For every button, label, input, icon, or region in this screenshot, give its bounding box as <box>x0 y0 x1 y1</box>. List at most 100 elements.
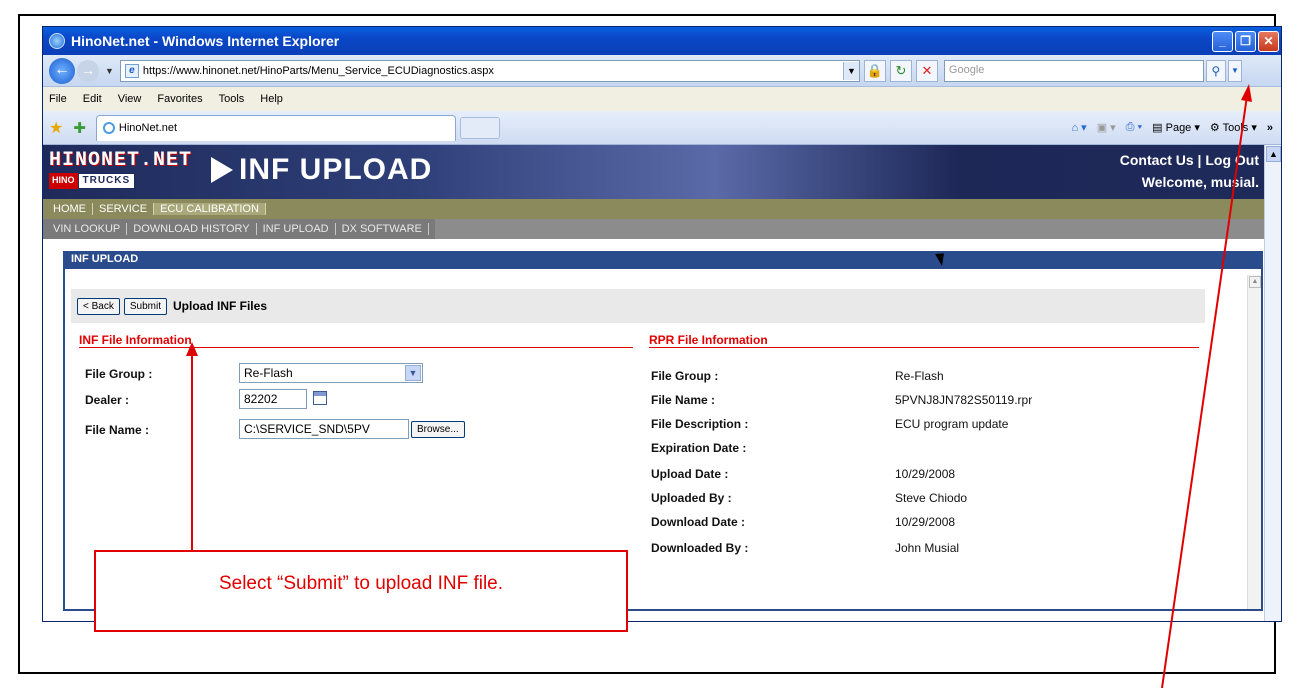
rpr-section-title: RPR File Information <box>649 333 1199 348</box>
primary-nav: HOME SERVICE ECU CALIBRATION <box>43 199 1265 219</box>
rpr-label-file-group: File Group : <box>651 369 719 383</box>
tab-label: HinoNet.net <box>118 122 178 134</box>
window-title: HinoNet.net - Windows Internet Explorer <box>71 33 340 49</box>
stop-icon[interactable]: ✕ <box>915 59 938 82</box>
menu-favorites[interactable]: Favorites <box>157 93 202 105</box>
page-icon: e <box>124 63 139 78</box>
rpr-value-file-group: Re-Flash <box>895 369 944 383</box>
file-name-input[interactable]: C:\SERVICE_SND\5PV <box>239 419 409 439</box>
tab-hinonet[interactable]: HinoNet.net <box>95 114 456 141</box>
nav-service[interactable]: SERVICE <box>93 203 155 215</box>
file-group-label: File Group : <box>85 367 153 381</box>
new-tab-button[interactable] <box>459 116 500 139</box>
logo-hino: HINO <box>49 173 78 189</box>
favorites-star-icon[interactable]: ★ <box>49 118 63 138</box>
chevron-down-icon[interactable]: ▼ <box>405 365 421 381</box>
upload-toolbar: < Back Submit Upload INF Files <box>71 289 1205 323</box>
dealer-input[interactable]: 82202 <box>239 389 307 409</box>
instruction-callout: Select “Submit” to upload INF file. <box>94 550 628 632</box>
rpr-value-downloaded-by: John Musial <box>895 541 960 555</box>
file-group-select[interactable]: Re-Flash ▼ <box>239 363 423 383</box>
submit-button[interactable]: Submit <box>123 297 167 315</box>
scroll-up-icon[interactable]: ▲ <box>1249 276 1261 288</box>
menu-edit[interactable]: Edit <box>83 93 102 105</box>
rpr-label-uploaded-by: Uploaded By : <box>651 491 732 505</box>
restore-button[interactable]: ❐ <box>1235 30 1256 52</box>
back-arrow-icon[interactable]: ← <box>49 57 75 84</box>
menu-bar: File Edit View Favorites Tools Help <box>43 87 1281 111</box>
file-name-label: File Name : <box>85 423 150 437</box>
url-text: https://www.hinonet.net/HinoParts/Menu_S… <box>142 64 494 77</box>
tools-menu[interactable]: ⚙ Tools ▾ <box>1210 121 1257 134</box>
tools-menu-label: Tools <box>1222 122 1249 134</box>
forward-arrow-icon[interactable]: → <box>77 59 99 82</box>
nav-dx-software[interactable]: DX SOFTWARE <box>336 223 429 235</box>
rpr-label-downloaded-by: Downloaded By : <box>651 541 749 555</box>
logo-trucks: TRUCKS <box>77 173 136 189</box>
more-chevron-icon[interactable]: » <box>1267 122 1273 134</box>
close-button[interactable]: ✕ <box>1258 30 1279 52</box>
nav-inf-upload[interactable]: INF UPLOAD <box>257 223 336 235</box>
nav-filler <box>434 219 1265 239</box>
lock-icon[interactable]: 🔒 <box>863 59 886 82</box>
tabs-bar: ★ ✚ HinoNet.net ⌂ ▾ ▣ ▾ ⎙ ▾ ▤ Page ▾ ⚙ T… <box>43 111 1281 145</box>
inf-section-title: INF File Information <box>79 333 633 348</box>
search-icon[interactable]: ⚲ <box>1205 59 1226 82</box>
minimize-button[interactable]: _ <box>1212 30 1233 52</box>
play-arrow-icon <box>211 157 233 183</box>
menu-tools[interactable]: Tools <box>219 93 245 105</box>
menu-file[interactable]: File <box>49 93 67 105</box>
nav-download-history[interactable]: DOWNLOAD HISTORY <box>127 223 257 235</box>
search-options-icon[interactable]: ▼ <box>1227 59 1242 82</box>
header-links[interactable]: Contact Us | Log Out <box>1120 149 1259 171</box>
page-menu-label: Page <box>1165 122 1192 134</box>
search-input[interactable]: Google <box>943 59 1204 82</box>
nav-vin-lookup[interactable]: VIN LOOKUP <box>47 223 128 235</box>
browse-button[interactable]: Browse... <box>411 421 465 438</box>
title-bar: HinoNet.net - Windows Internet Explorer … <box>43 27 1281 55</box>
welcome-text: Welcome, musial. <box>1141 174 1259 190</box>
nav-home[interactable]: HOME <box>47 203 93 215</box>
page-menu[interactable]: ▤ Page ▾ <box>1152 121 1200 134</box>
scroll-up-icon[interactable]: ▲ <box>1266 146 1281 162</box>
rpr-value-file-name: 5PVNJ8JN782S50119.rpr <box>895 393 1033 407</box>
rpr-label-download-date: Download Date : <box>651 515 746 529</box>
page-scrollbar[interactable]: ▲ <box>1264 145 1281 621</box>
panel-header: INF UPLOAD <box>65 251 1261 269</box>
command-bar: ⌂ ▾ ▣ ▾ ⎙ ▾ ▤ Page ▾ ⚙ Tools ▾ » <box>1071 121 1281 134</box>
inner-scrollbar[interactable]: ▲ <box>1247 275 1261 609</box>
menu-view[interactable]: View <box>118 93 142 105</box>
refresh-icon[interactable]: ↻ <box>889 59 912 82</box>
ie-icon <box>49 33 65 49</box>
rpr-label-file-name: File Name : <box>651 393 716 407</box>
print-icon[interactable]: ⎙ ▾ <box>1126 121 1142 134</box>
rpr-label-upload-date: Upload Date : <box>651 467 729 481</box>
toolbar-title: Upload INF Files <box>172 299 267 313</box>
site-banner: HINONET.NET HINO TRUCKS INF UPLOAD Conta… <box>43 145 1265 199</box>
address-bar: ← → ▼ e https://www.hinonet.net/HinoPart… <box>43 55 1281 87</box>
history-dropdown-icon[interactable]: ▼ <box>105 66 114 76</box>
nav-ecu-calibration[interactable]: ECU CALIBRATION <box>154 203 266 215</box>
banner-title: INF UPLOAD <box>239 153 433 186</box>
url-field[interactable]: e https://www.hinonet.net/HinoParts/Menu… <box>119 59 860 82</box>
rpr-value-upload-date: 10/29/2008 <box>895 467 956 481</box>
hinonet-logo: HINONET.NET HINO TRUCKS <box>49 151 192 189</box>
rpr-value-uploaded-by: Steve Chiodo <box>895 491 968 505</box>
back-button[interactable]: < Back <box>77 297 120 315</box>
add-favorite-icon[interactable]: ✚ <box>73 119 86 137</box>
menu-help[interactable]: Help <box>260 93 283 105</box>
secondary-nav: VIN LOOKUP DOWNLOAD HISTORY INF UPLOAD D… <box>43 219 1265 239</box>
feeds-icon[interactable]: ▣ ▾ <box>1097 121 1116 134</box>
rpr-label-expiration-date: Expiration Date : <box>651 441 747 455</box>
calendar-icon[interactable] <box>313 391 327 405</box>
tab-page-icon <box>102 122 115 134</box>
logo-text: HINONET.NET <box>49 149 193 172</box>
browser-window: HinoNet.net - Windows Internet Explorer … <box>42 26 1282 622</box>
rpr-value-file-description: ECU program update <box>895 417 1009 431</box>
rpr-value-download-date: 10/29/2008 <box>895 515 956 529</box>
url-dropdown-icon[interactable]: ▼ <box>842 61 859 80</box>
dealer-label: Dealer : <box>85 393 130 407</box>
file-group-value: Re-Flash <box>244 366 293 380</box>
rpr-label-file-description: File Description : <box>651 417 749 431</box>
home-icon[interactable]: ⌂ ▾ <box>1071 121 1086 134</box>
